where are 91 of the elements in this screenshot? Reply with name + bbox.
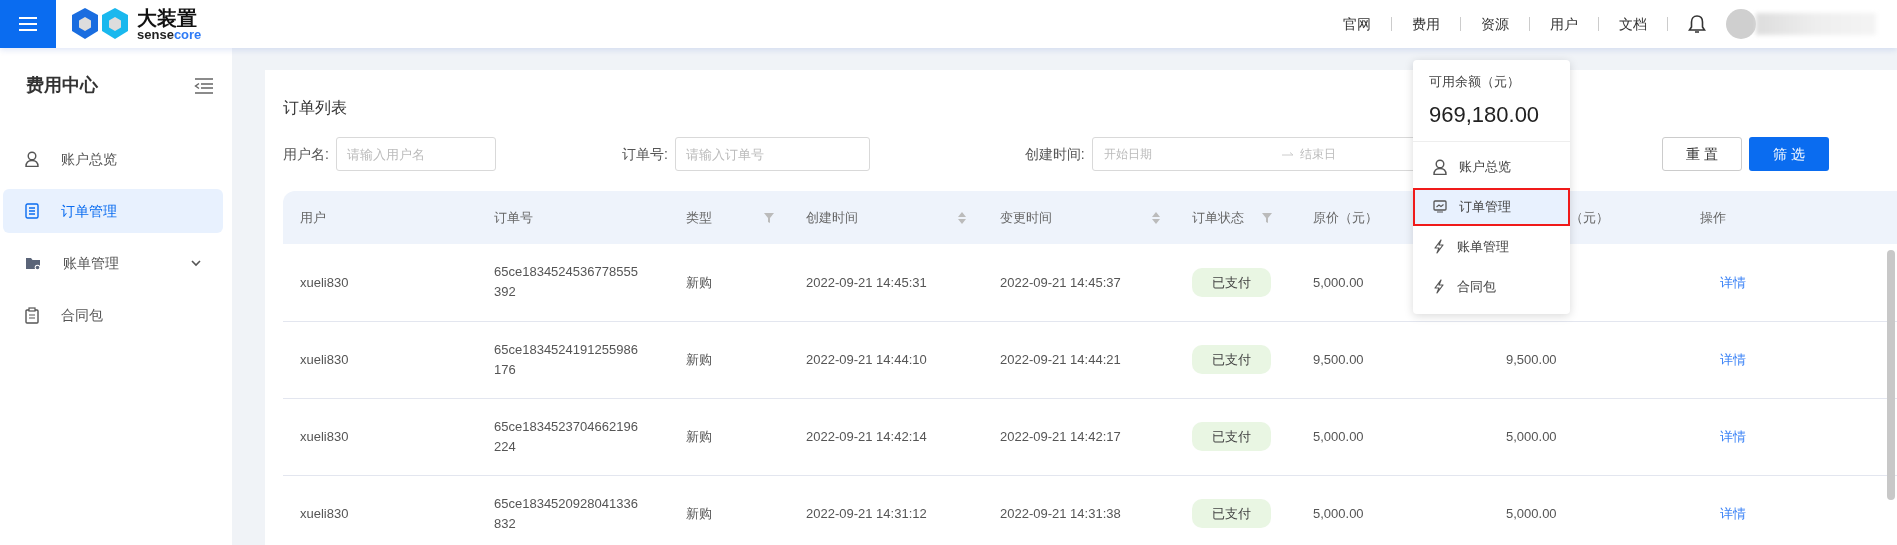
lightning-icon xyxy=(1433,239,1445,254)
nav-link[interactable]: 官网 xyxy=(1323,13,1391,35)
table-cell: xueli830 xyxy=(300,351,349,367)
table-cell: 2022-09-21 14:31:12 xyxy=(806,505,927,521)
monitor-icon xyxy=(1433,200,1447,213)
sidebar-item[interactable]: 账户总览 xyxy=(3,137,223,181)
table-cell: 新购 xyxy=(686,274,712,290)
menu-icon xyxy=(19,17,37,31)
person-icon xyxy=(25,151,39,167)
table-cell: 9,500.00 xyxy=(1313,351,1364,367)
menu-button[interactable] xyxy=(0,0,56,48)
column-header: 用户 xyxy=(300,208,326,227)
username-field[interactable]: 请输入用户名 xyxy=(335,137,496,171)
start-date-placeholder: 开始日期 xyxy=(1103,146,1152,163)
table-cell: xueli830 xyxy=(300,505,349,521)
sidebar-title: 费用中心 xyxy=(26,74,98,97)
table-cell: 5,000.00 xyxy=(1313,505,1364,521)
order-number: 65ce1834523704662196224 xyxy=(494,417,639,456)
table-cell: xueli830 xyxy=(300,428,349,444)
nav-link[interactable]: 文档 xyxy=(1599,13,1667,35)
person-icon xyxy=(1433,158,1447,175)
end-date-placeholder: 结束日 xyxy=(1299,146,1336,163)
status-badge: 已支付 xyxy=(1192,421,1271,451)
column-header: 创建时间 xyxy=(806,208,858,227)
status-badge: 已支付 xyxy=(1192,344,1271,374)
status-badge: 已支付 xyxy=(1192,498,1271,528)
scrollbar[interactable] xyxy=(1887,250,1895,500)
column-header: 类型 xyxy=(686,208,712,227)
details-link[interactable]: 详情 xyxy=(1720,505,1746,521)
table-cell: 2022-09-21 14:44:10 xyxy=(806,351,927,367)
table-cell: 5,000.00 xyxy=(1313,428,1364,444)
table-cell: xueli830 xyxy=(300,274,349,290)
sort-icon[interactable] xyxy=(1152,211,1160,224)
order-number: 65ce1834524191255986176 xyxy=(494,340,639,379)
lightning-icon xyxy=(1433,279,1445,294)
table-cell: 新购 xyxy=(686,428,712,444)
table-cell: 5,000.00 xyxy=(1506,428,1557,444)
column-header: 订单号 xyxy=(494,208,533,227)
filter-icon[interactable] xyxy=(1262,212,1272,223)
table-cell: 5,000.00 xyxy=(1506,505,1557,521)
table-cell: 2022-09-21 14:44:21 xyxy=(1000,351,1121,367)
column-header: 变更时间 xyxy=(1000,208,1052,227)
details-link[interactable]: 详情 xyxy=(1720,428,1746,444)
avatar[interactable] xyxy=(1726,9,1756,39)
brand-subtitle: sensecore xyxy=(137,27,202,41)
table-cell: 2022-09-21 14:42:17 xyxy=(1000,428,1121,444)
details-link[interactable]: 详情 xyxy=(1720,351,1746,367)
balance-amount: 969,180.00 xyxy=(1429,100,1540,129)
table-cell: 新购 xyxy=(686,351,712,367)
table-cell: 5,000.00 xyxy=(1313,274,1364,290)
sidebar-item[interactable]: 合同包 xyxy=(3,293,223,337)
order-number-field[interactable]: 请输入订单号 xyxy=(674,137,870,171)
column-header: 订单状态 xyxy=(1192,208,1244,227)
table-cell: 9,500.00 xyxy=(1506,351,1557,367)
details-link[interactable]: 详情 xyxy=(1720,274,1746,290)
clipboard-icon xyxy=(25,306,39,324)
table-cell: 2022-09-21 14:45:37 xyxy=(1000,274,1121,290)
dropdown-item[interactable]: 合同包 xyxy=(1413,267,1570,306)
panel-title: 订单列表 xyxy=(283,98,347,118)
sort-icon[interactable] xyxy=(958,211,966,224)
column-header: （元） xyxy=(1570,209,1609,225)
table-cell: 新购 xyxy=(686,505,712,521)
brand-name: 大装置 xyxy=(137,7,198,28)
document-icon xyxy=(25,203,39,219)
field-label: 订单号: xyxy=(621,144,668,164)
nav-link[interactable]: 费用 xyxy=(1392,13,1460,35)
order-number: 65ce1834520928041336832 xyxy=(494,494,639,533)
table-cell: 2022-09-21 14:45:31 xyxy=(806,274,927,290)
folder-icon xyxy=(25,255,41,271)
arrow-icon xyxy=(1281,151,1294,157)
balance-label: 可用余额（元） xyxy=(1429,73,1520,91)
field-label: 创建时间: xyxy=(1024,144,1085,164)
dropdown-item[interactable]: 账单管理 xyxy=(1413,227,1570,266)
reset-button[interactable]: 重 置 xyxy=(1661,137,1742,171)
filter-icon[interactable] xyxy=(764,212,774,223)
field-label: 用户名: xyxy=(283,144,329,164)
table-cell: 2022-09-21 14:31:38 xyxy=(1000,505,1121,521)
dropdown-item[interactable]: 订单管理 xyxy=(1413,187,1570,226)
status-badge: 已支付 xyxy=(1192,267,1271,297)
column-header: 原价（元） xyxy=(1313,208,1378,227)
collapse-menu-icon[interactable] xyxy=(194,77,214,94)
order-number: 65ce1834524536778555392 xyxy=(494,263,639,302)
nav-link[interactable]: 资源 xyxy=(1461,13,1529,35)
sidebar-item[interactable]: 账单管理 xyxy=(3,241,223,285)
column-header: 操作 xyxy=(1700,208,1726,227)
hexagon-logo-icon xyxy=(70,6,130,42)
sidebar-item[interactable]: 订单管理 xyxy=(3,189,223,233)
nav-link[interactable]: 用户 xyxy=(1530,13,1598,35)
table-cell: 2022-09-21 14:42:14 xyxy=(806,428,927,444)
bell-icon[interactable] xyxy=(1688,14,1706,34)
filter-button[interactable]: 筛 选 xyxy=(1748,137,1829,171)
